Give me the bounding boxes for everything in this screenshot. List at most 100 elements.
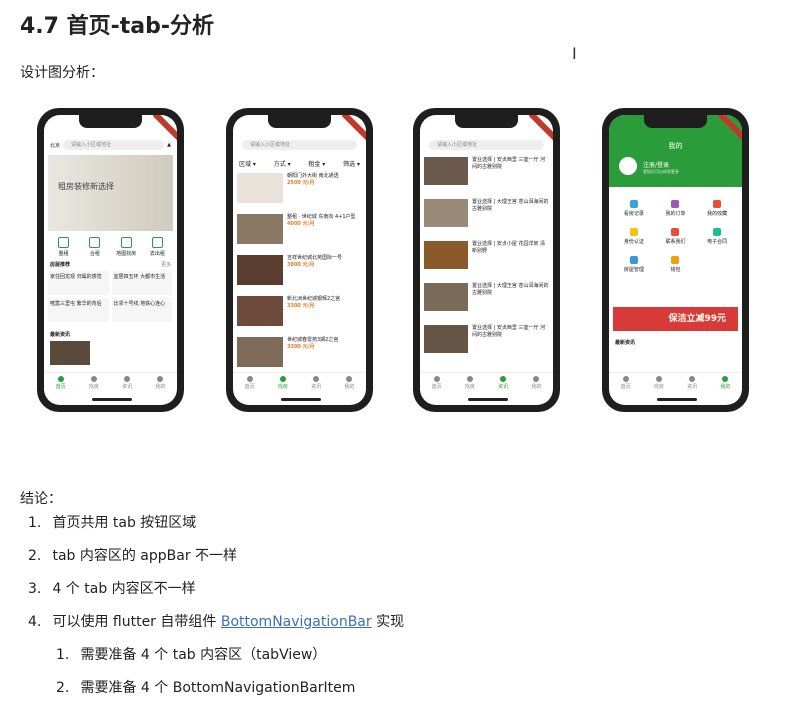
listing-item[interactable]: 朝阳门外大街 南北通透 2500 元/月 [237, 173, 362, 211]
nav-rent-out[interactable]: 去出租 [142, 237, 173, 257]
tab-search[interactable]: 找房 [266, 373, 299, 395]
list-item: 2. tab 内容区的 appBar 不一样 [28, 548, 238, 564]
recommend-card[interactable]: 比邻十号线 地铁心连心 [111, 298, 172, 322]
tab-news[interactable]: 资讯 [676, 373, 709, 395]
search-bar[interactable]: 请输入小区或地址 [239, 139, 360, 151]
news-photo [424, 199, 468, 227]
news-item[interactable]: 置业选择 | 安贞西里 三室一厅 河间的古雅别院 [424, 325, 549, 361]
news-item[interactable]: 置业选择 | 大理王宫 苍山洱海间的古雅别院 [424, 199, 549, 235]
nav-map-search[interactable]: 地图找房 [111, 237, 142, 257]
bottom-navigation-bar: 首页 找房 资讯 我的 [233, 372, 366, 395]
tab-search[interactable]: 找房 [453, 373, 486, 395]
listing-photo [237, 214, 283, 244]
listing-photo [237, 173, 283, 203]
phone-notch [455, 115, 518, 128]
recommend-card[interactable]: 宜居四五环 大都市生活 [111, 271, 172, 295]
tab-search[interactable]: 找房 [642, 373, 675, 395]
tab-profile[interactable]: 我的 [709, 373, 742, 395]
phone-news-screen: 请输入小区或地址 置业选择 | 安贞西里 三室一厅 河间的古雅别院 置业选择 |… [413, 108, 560, 412]
recommend-card[interactable]: 家住回龙观 归属的感觉 [48, 271, 109, 295]
home-indicator [281, 398, 321, 401]
menu-orders[interactable]: 我的订单 [655, 197, 697, 225]
phone-screen: 请输入小区或地址 置业选择 | 安贞西里 三室一厅 河间的古雅别院 置业选择 |… [420, 115, 553, 405]
nav-entire-rent[interactable]: 整租 [48, 237, 79, 257]
listing-item[interactable]: 新北洲世纪城银辉2之宫 3300 元/月 [237, 296, 362, 334]
tab-profile[interactable]: 我的 [333, 373, 366, 395]
menu-favorites[interactable]: 我的收藏 [696, 197, 738, 225]
search-bar[interactable]: 请输入小区或地址 [426, 139, 547, 151]
page-title: 4.7 首页-tab-分析 [20, 14, 215, 39]
filter-area[interactable]: 区域 ▾ [239, 159, 256, 168]
phone-notch [644, 115, 707, 128]
phone-screen: 请输入小区或地址 区域 ▾ 方式 ▾ 租金 ▾ 筛选 ▾ 朝阳门外大街 南北通透… [233, 115, 366, 405]
menu-contract[interactable]: 电子合同 [696, 225, 738, 253]
menu-identity[interactable]: 身份认证 [613, 225, 655, 253]
more-link[interactable]: 更多 [161, 261, 171, 268]
search-input[interactable]: 请输入小区或地址 [63, 140, 165, 150]
phone-screen: 北京 请输入小区或地址 ▲ 租房装修新选择 整租 合租 地图找房 去出租 房屋推… [44, 115, 177, 405]
tab-profile[interactable]: 我的 [520, 373, 553, 395]
banner-text: 租房装修新选择 [58, 182, 114, 191]
phone-screen: 我的 注册/登录 登陆后可以体验更多 看房记录 我的订单 我的收藏 身份认证 联… [609, 115, 742, 405]
login-hint: 登陆后可以体验更多 [643, 169, 679, 174]
search-bar[interactable]: 北京 请输入小区或地址 ▲ [50, 139, 171, 151]
home-indicator [92, 398, 132, 401]
phone-notch [79, 115, 142, 128]
news-title: 最新资讯 [615, 340, 636, 346]
promo-banner[interactable]: 保洁立减99元 [613, 307, 738, 331]
menu-contact[interactable]: 联系我们 [655, 225, 697, 253]
listing-photo [237, 337, 283, 367]
list-item: 3. 4 个 tab 内容区不一样 [28, 581, 196, 597]
tab-news[interactable]: 资讯 [487, 373, 520, 395]
conclusion-label: 结论： [20, 491, 62, 507]
tab-profile[interactable]: 我的 [144, 373, 177, 395]
search-input[interactable]: 请输入小区或地址 [429, 140, 544, 150]
bottomnavigationbar-link[interactable]: BottomNavigationBar [221, 614, 372, 630]
tab-news[interactable]: 资讯 [300, 373, 333, 395]
search-input[interactable]: 请输入小区或地址 [242, 140, 357, 150]
menu-wallet[interactable]: 钱包 [655, 253, 697, 281]
menu-view-history[interactable]: 看房记录 [613, 197, 655, 225]
tab-home[interactable]: 首页 [233, 373, 266, 395]
sub-list-item: 2. 需要准备 4 个 BottomNavigationBarItem [56, 680, 356, 696]
banner-swiper[interactable]: 租房装修新选择 [48, 155, 173, 231]
filter-type[interactable]: 方式 ▾ [274, 159, 291, 168]
profile-title: 我的 [668, 142, 683, 150]
map-icon[interactable]: ▲ [167, 142, 171, 148]
nav-shared-rent[interactable]: 合租 [79, 237, 110, 257]
profile-menu-grid: 看房记录 我的订单 我的收藏 身份认证 联系我们 电子合同 房屋管理 钱包 [613, 197, 738, 281]
recommend-cards: 家住回龙观 归属的感觉 宜居四五环 大都市生活 喧嚣三里屯 繁华的背后 比邻十号… [48, 271, 173, 322]
home-indicator [657, 398, 697, 401]
news-title: 最新资讯 [50, 332, 71, 338]
phone-profile-screen: 我的 注册/登录 登陆后可以体验更多 看房记录 我的订单 我的收藏 身份认证 联… [602, 108, 749, 412]
tab-news[interactable]: 资讯 [111, 373, 144, 395]
listing-item[interactable]: 整租 · 世纪城 东南向 4+1户型 4000 元/月 [237, 214, 362, 252]
conclusion-list: 1. 首页共用 tab 按钮区域 2. tab 内容区的 appBar 不一样 … [28, 513, 404, 711]
home-indicator [468, 398, 508, 401]
filter-more[interactable]: 筛选 ▾ [343, 159, 360, 168]
news-photo [424, 283, 468, 311]
news-item[interactable]: 置业选择 | 安贞小屋 花园洋房 清新别野 [424, 241, 549, 277]
news-item[interactable]: 置业选择 | 安贞西里 三室一厅 河间的古雅别院 [424, 157, 549, 193]
design-analysis-label: 设计图分析： [20, 65, 104, 81]
phone-notch [268, 115, 331, 128]
tab-home[interactable]: 首页 [44, 373, 77, 395]
login-link[interactable]: 注册/登录 [643, 160, 669, 169]
phone-home-screen: 北京 请输入小区或地址 ▲ 租房装修新选择 整租 合租 地图找房 去出租 房屋推… [37, 108, 184, 412]
tab-home[interactable]: 首页 [420, 373, 453, 395]
tab-search[interactable]: 找房 [77, 373, 110, 395]
menu-house-manage[interactable]: 房屋管理 [613, 253, 655, 281]
news-item[interactable]: 置业选择 | 大理王宫 苍山洱海间的古雅别院 [424, 283, 549, 319]
recommend-title: 房屋推荐 [50, 262, 71, 268]
city-label[interactable]: 北京 [50, 142, 60, 149]
home-nav-grid: 整租 合租 地图找房 去出租 [48, 237, 173, 257]
bottom-navigation-bar: 首页 找房 资讯 我的 [609, 372, 742, 395]
news-thumbnail[interactable] [50, 341, 90, 365]
listing-item[interactable]: 世纪城春雷苑3期2之宫 3300 元/月 [237, 337, 362, 375]
recommend-card[interactable]: 喧嚣三里屯 繁华的背后 [48, 298, 109, 322]
listing-photo [237, 296, 283, 326]
tab-home[interactable]: 首页 [609, 373, 642, 395]
avatar[interactable] [619, 157, 637, 175]
filter-price[interactable]: 租金 ▾ [308, 159, 325, 168]
listing-item[interactable]: 吉祥世纪城北苑国际一号 3800 元/月 [237, 255, 362, 293]
